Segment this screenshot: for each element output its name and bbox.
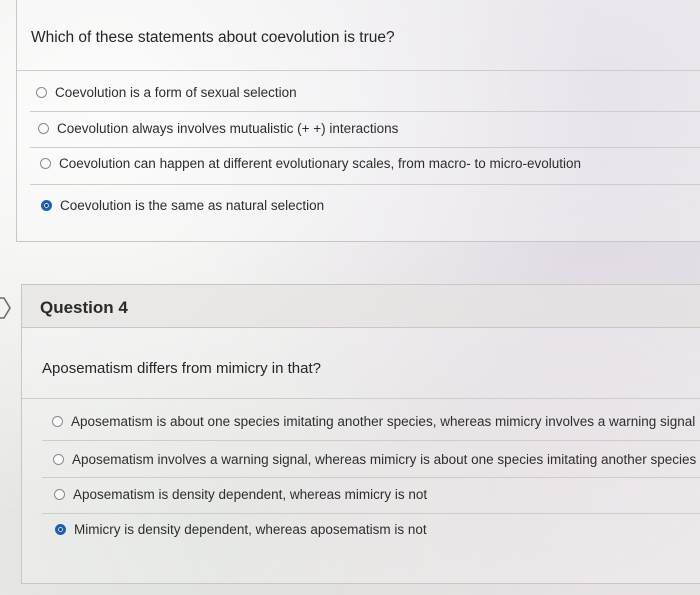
- q3-option-2[interactable]: Coevolution always involves mutualistic …: [38, 121, 398, 136]
- radio-button-selected[interactable]: [41, 200, 52, 211]
- question-3-prompt: Which of these statements about coevolut…: [31, 29, 395, 46]
- q4-option-1-label: Aposematism is about one species imitati…: [71, 414, 696, 429]
- q4-option-4[interactable]: Mimicry is density dependent, whereas ap…: [55, 522, 427, 537]
- radio-button[interactable]: [38, 123, 49, 134]
- q4-option-1[interactable]: Aposematism is about one species imitati…: [52, 414, 695, 429]
- q3-option-1[interactable]: Coevolution is a form of sexual selectio…: [36, 85, 297, 100]
- divider: [42, 513, 700, 514]
- radio-button[interactable]: [52, 416, 63, 427]
- q3-option-1-label: Coevolution is a form of sexual selectio…: [55, 85, 297, 100]
- divider: [42, 477, 700, 478]
- divider: [17, 70, 700, 71]
- q4-option-3[interactable]: Aposematism is density dependent, wherea…: [54, 487, 427, 502]
- question-4-title: Question 4: [40, 298, 128, 317]
- question-4-prompt: Aposematism differs from mimicry in that…: [42, 360, 321, 377]
- divider: [30, 184, 700, 185]
- q4-option-4-label: Mimicry is density dependent, whereas ap…: [74, 522, 427, 537]
- radio-button[interactable]: [53, 454, 64, 465]
- q4-option-2[interactable]: Aposematism involves a warning signal, w…: [53, 452, 696, 467]
- divider: [42, 440, 700, 441]
- q3-option-3-label: Coevolution can happen at different evol…: [59, 156, 582, 171]
- q4-option-2-label: Aposematism involves a warning signal, w…: [72, 452, 697, 467]
- radio-button[interactable]: [54, 489, 65, 500]
- divider: [30, 147, 700, 148]
- q3-option-2-label: Coevolution always involves mutualistic …: [57, 121, 399, 136]
- radio-button-selected[interactable]: [55, 524, 66, 535]
- q4-option-3-label: Aposematism is density dependent, wherea…: [73, 487, 428, 502]
- radio-button[interactable]: [36, 87, 47, 98]
- radio-button[interactable]: [40, 158, 51, 169]
- q3-option-4[interactable]: Coevolution is the same as natural selec…: [41, 198, 324, 213]
- divider: [30, 111, 700, 112]
- divider: [22, 398, 700, 399]
- current-question-arrow-icon: [0, 297, 11, 319]
- q3-option-4-label: Coevolution is the same as natural selec…: [60, 198, 325, 213]
- question-4-card: [21, 284, 700, 584]
- q3-option-3[interactable]: Coevolution can happen at different evol…: [40, 156, 581, 171]
